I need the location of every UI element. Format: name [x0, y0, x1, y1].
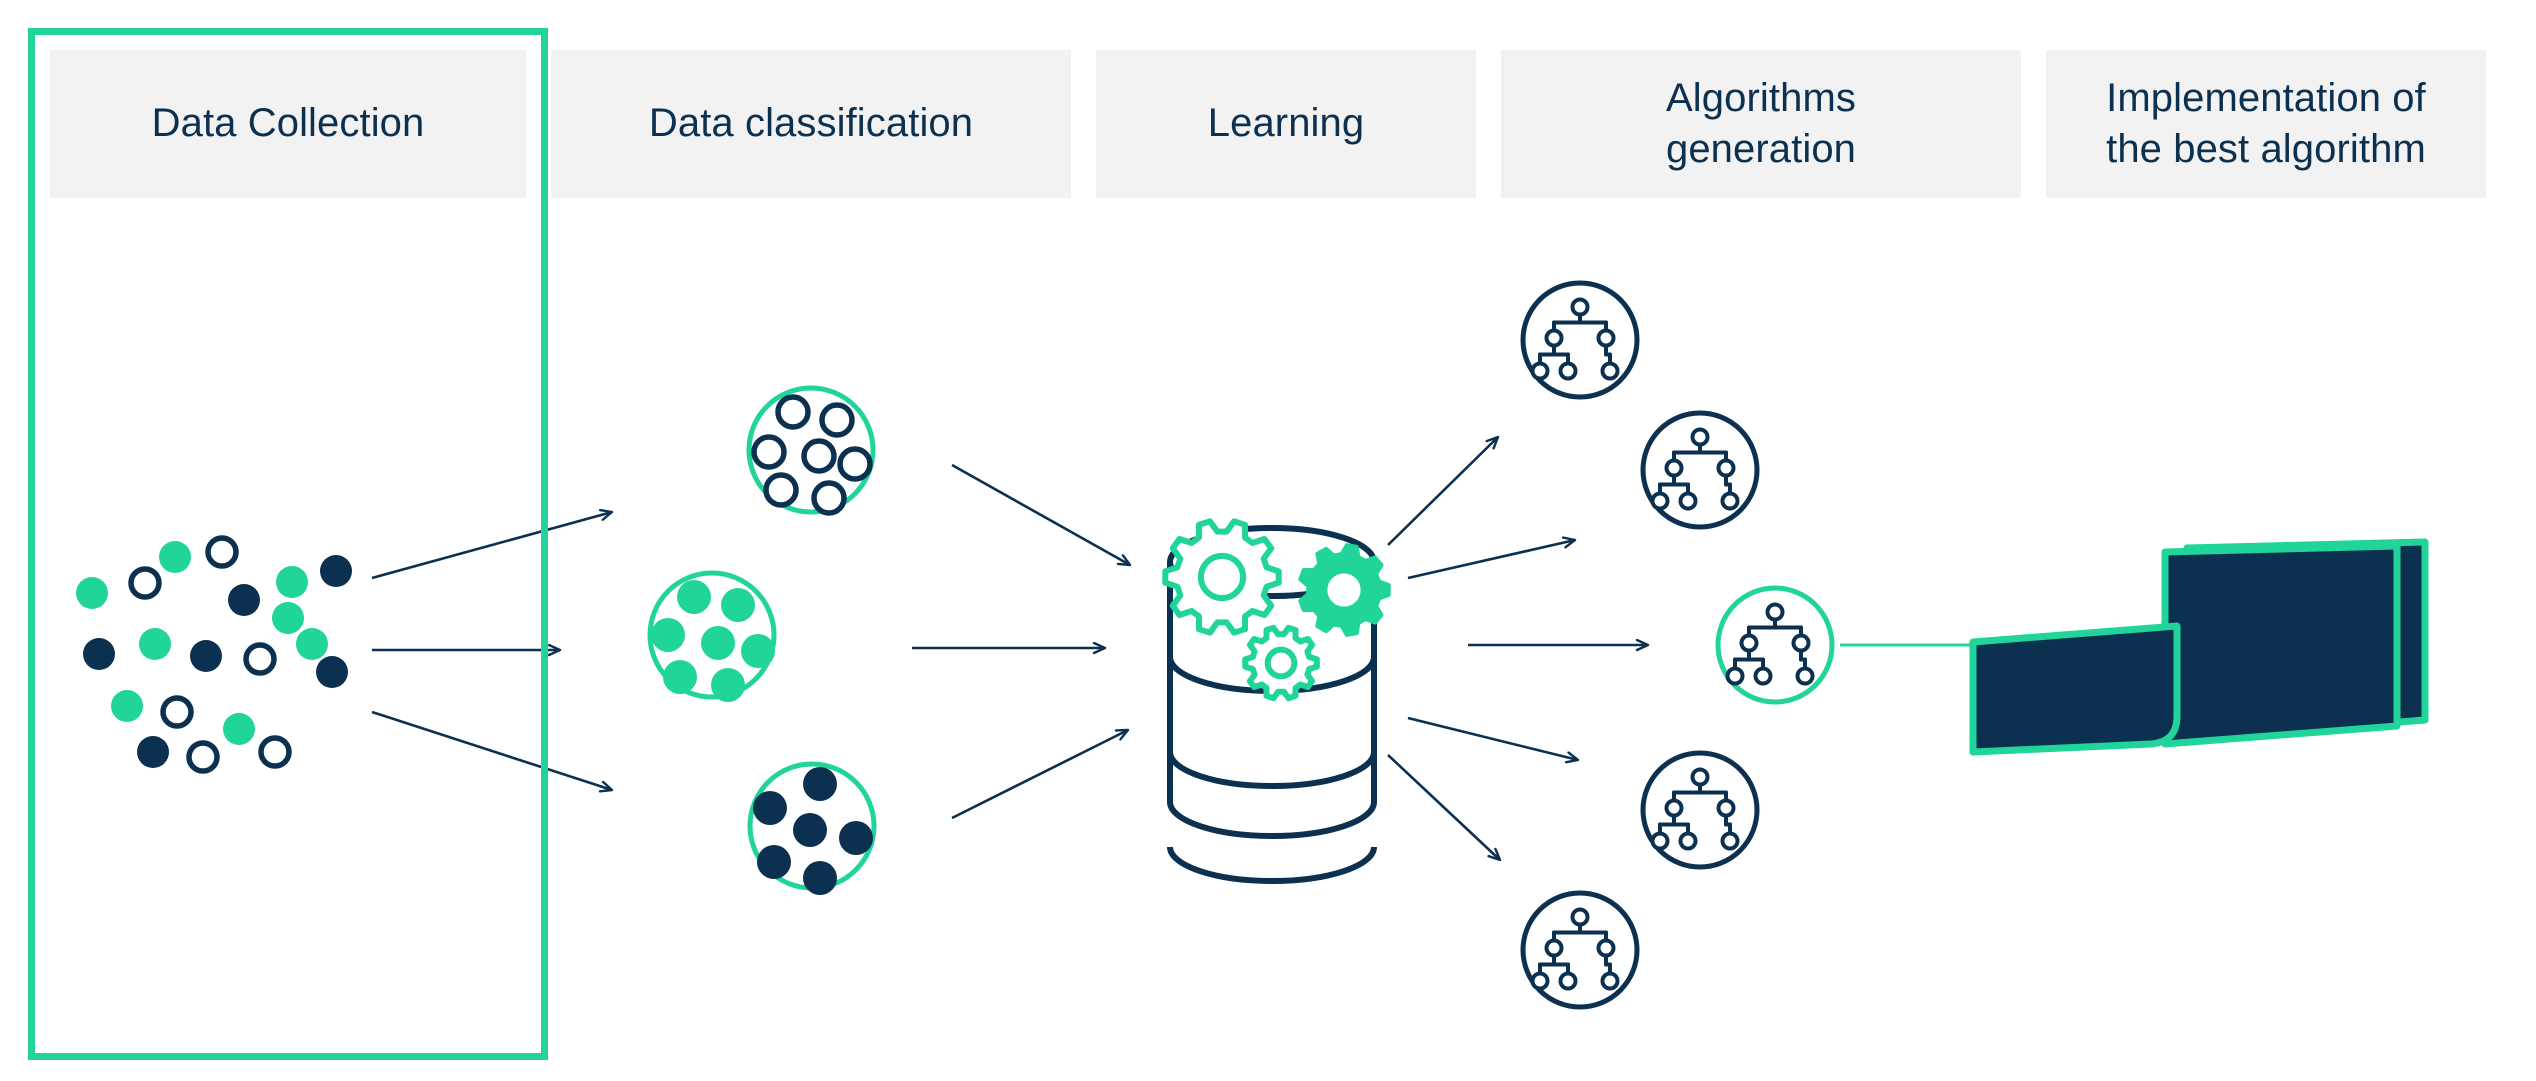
tree-2[interactable] [1640, 410, 1760, 530]
tree-leaf-node [1600, 361, 1620, 381]
tree-leaf-node [1650, 831, 1670, 851]
server-main-slab [2161, 542, 2401, 748]
cluster-navy [747, 761, 877, 895]
tree-mid-node [1739, 633, 1759, 653]
tree-root-node [1765, 602, 1785, 622]
stage-header-label: Data Collection [151, 101, 425, 146]
cluster-dot [651, 618, 685, 652]
gear-small-outline-icon [1242, 624, 1320, 702]
cluster-dot [801, 438, 837, 474]
cluster-dot [663, 660, 697, 694]
tree-root-node [1570, 297, 1590, 317]
tree-leaf-node [1720, 831, 1740, 851]
cluster-dot [811, 480, 847, 516]
stage-header-data-classification[interactable]: Data classification [551, 50, 1071, 198]
tree-mid-node [1544, 328, 1564, 348]
stage-header-label: Implementation of the best algorithm [2106, 75, 2426, 171]
stage-header-learning[interactable]: Learning [1096, 50, 1476, 198]
tree-mid-node [1664, 798, 1684, 818]
tree-mid-node [1716, 798, 1736, 818]
cluster-dot [721, 588, 755, 622]
stage-header-row: Data Collection Data classification Lear… [0, 50, 2536, 198]
classification-cluster-group [647, 385, 877, 895]
tree-4[interactable] [1640, 750, 1760, 870]
tree-1[interactable] [1520, 280, 1640, 400]
cluster-dot [751, 434, 787, 470]
arrow-a2 [1407, 540, 1575, 580]
arrow-a4 [1407, 716, 1578, 760]
tree-leaf-node [1558, 971, 1578, 991]
cluster-dot [839, 821, 873, 855]
tree-leaf-node [1678, 831, 1698, 851]
tree-leaf-node [1600, 971, 1620, 991]
stage-header-data-collection[interactable]: Data Collection [50, 50, 526, 198]
gear-large-outline-icon [1162, 518, 1282, 636]
tree-5[interactable] [1520, 890, 1640, 1010]
cluster-dot [763, 472, 799, 508]
tree-leaf-node [1795, 666, 1815, 686]
tree-root-node [1690, 427, 1710, 447]
tree-root-node [1690, 767, 1710, 787]
diagram-canvas: Data Collection Data classification Lear… [0, 0, 2536, 1081]
tree-leaf-node [1650, 491, 1670, 511]
cluster-outline [746, 385, 876, 516]
tree-leaf-node [1530, 971, 1550, 991]
cluster-dot [803, 767, 837, 801]
arrow-l3 [951, 730, 1128, 820]
stage-header-label: Learning [1207, 101, 1365, 146]
stage-header-label: Data classification [648, 101, 974, 146]
tree-leaf-node [1725, 666, 1745, 686]
cluster-dot [701, 626, 735, 660]
tree-mid-node [1596, 938, 1616, 958]
learning-database-icon [1162, 518, 1391, 884]
cluster-dot [775, 394, 811, 430]
tree-mid-node [1544, 938, 1564, 958]
arrow-a1 [1387, 437, 1498, 546]
arrow-a5 [1387, 754, 1500, 860]
tree-mid-node [1716, 458, 1736, 478]
stage-header-label: Algorithms generation [1665, 75, 1857, 171]
tree-leaf-node [1678, 491, 1698, 511]
stage-header-implementation[interactable]: Implementation of the best algorithm [2046, 50, 2486, 198]
server-front-slab [1969, 622, 2181, 756]
cluster-dot [741, 634, 775, 668]
tree-root-node [1570, 907, 1590, 927]
cluster-dot [793, 813, 827, 847]
cluster-green [647, 570, 777, 702]
database-band [1167, 846, 1377, 884]
stage-header-algorithms-generation[interactable]: Algorithms generation [1501, 50, 2021, 198]
cluster-dot [757, 845, 791, 879]
cluster-dot [711, 668, 745, 702]
tree-mid-node [1664, 458, 1684, 478]
tree-leaf-node [1530, 361, 1550, 381]
arrow-l1 [951, 463, 1130, 565]
tree-leaf-node [1753, 666, 1773, 686]
cluster-dot [803, 861, 837, 895]
gear-hub [1197, 552, 1247, 602]
cluster-dot [753, 791, 787, 825]
cluster-dot [677, 580, 711, 614]
tree-leaf-node [1720, 491, 1740, 511]
tree-mid-node [1596, 328, 1616, 348]
tree-mid-node [1791, 633, 1811, 653]
gear-hub [1264, 646, 1298, 680]
cluster-dot [837, 446, 873, 482]
implementation-server-icon [1969, 538, 2429, 756]
tree-3-selected[interactable] [1715, 585, 1835, 705]
tree-leaf-node [1558, 361, 1578, 381]
cluster-dot [819, 402, 855, 438]
gear-hub [1327, 573, 1361, 607]
